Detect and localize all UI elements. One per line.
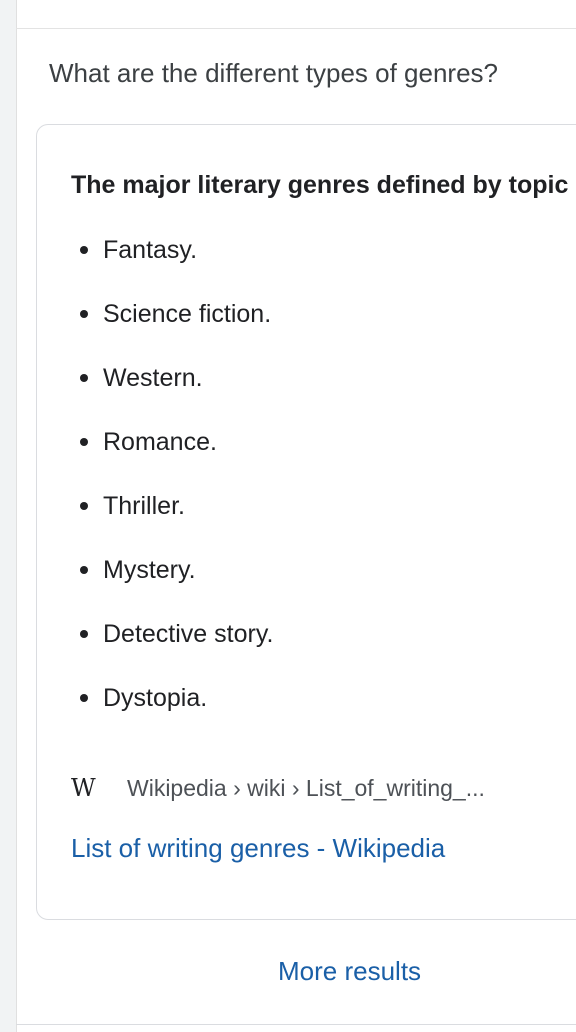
bullet-icon [80,374,88,382]
more-results-button[interactable]: More results [278,956,421,987]
list-item-label: Science fiction. [103,300,272,328]
list-item: Western. [37,361,273,425]
bullet-icon [80,502,88,510]
list-item: Fantasy. [37,233,273,297]
bullet-icon [80,310,88,318]
source-breadcrumb[interactable]: Wikipedia › wiki › List_of_writing_... [127,771,485,805]
list-item-label: Dystopia. [103,684,208,712]
list-item-label: Detective story. [103,620,274,648]
list-item: Dystopia. [37,681,273,745]
left-rail [0,0,17,1032]
answer-heading: The major literary genres defined by top… [71,171,569,199]
list-item: Detective story. [37,617,273,681]
bullet-icon [80,694,88,702]
answer-card: The major literary genres defined by top… [36,124,576,920]
bottom-divider [16,1024,576,1025]
bullet-icon [80,630,88,638]
list-item-label: Fantasy. [103,236,198,264]
search-results-page: What are the different types of genres? … [0,0,576,1032]
list-item: Science fiction. [37,297,273,361]
bullet-icon [80,566,88,574]
list-item: Mystery. [37,553,273,617]
bullet-icon [80,246,88,254]
bullet-icon [80,438,88,446]
list-item: Thriller. [37,489,273,553]
list-item: Romance. [37,425,273,489]
list-item-label: Thriller. [103,492,185,520]
source-link[interactable]: List of writing genres - Wikipedia [71,833,445,864]
list-item-label: Mystery. [103,556,196,584]
list-item-label: Western. [103,364,203,392]
top-divider [16,28,576,29]
wikipedia-icon: W [71,774,96,802]
related-question[interactable]: What are the different types of genres? [49,58,498,89]
genre-list: Fantasy. Science fiction. Western. Roman… [37,233,273,745]
list-item-label: Romance. [103,428,217,456]
